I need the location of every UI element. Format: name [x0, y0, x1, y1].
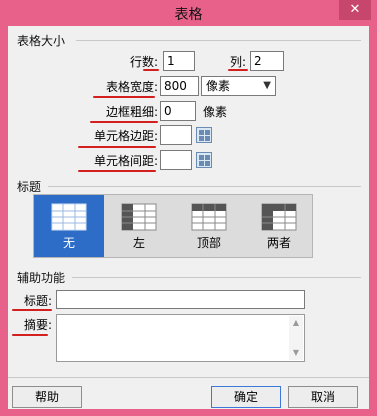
- help-button[interactable]: 帮助: [12, 386, 82, 408]
- table-both-header-icon: [261, 203, 297, 231]
- header-options-panel: 无 左 顶部 两者: [33, 194, 313, 258]
- table-left-header-icon: [121, 203, 157, 231]
- cell-spacing-label: 单元格间距:: [94, 154, 159, 168]
- summary-scrollbar[interactable]: ▲ ▼: [289, 316, 303, 360]
- width-label: 表格宽度:: [106, 80, 159, 94]
- cell-spacing-icon: [196, 152, 212, 168]
- header-option-label: 顶部: [196, 236, 221, 250]
- border-input[interactable]: 0: [160, 101, 196, 121]
- annotation-underline: [143, 69, 159, 71]
- cols-input[interactable]: 2: [250, 51, 284, 71]
- title-bar[interactable]: 表格 ✕: [0, 0, 377, 26]
- annotation-underline: [12, 309, 52, 311]
- accessibility-group-title: 辅助功能: [17, 271, 66, 285]
- width-input[interactable]: 800: [160, 76, 199, 96]
- header-option-top[interactable]: 顶部: [174, 195, 244, 257]
- ok-button[interactable]: 确定: [211, 386, 281, 408]
- header-option-label: 两者: [266, 236, 291, 250]
- header-option-label: 左: [132, 236, 145, 250]
- cell-padding-input[interactable]: [160, 125, 192, 145]
- divider: [76, 40, 361, 41]
- size-group-title: 表格大小: [17, 34, 66, 48]
- cancel-button[interactable]: 取消: [288, 386, 358, 408]
- summary-textarea[interactable]: ▲ ▼: [56, 314, 305, 362]
- divider: [72, 277, 361, 278]
- annotation-underline: [90, 121, 158, 123]
- border-unit-label: 像素: [203, 105, 228, 119]
- annotation-underline: [78, 170, 156, 172]
- annotation-underline: [93, 96, 155, 98]
- scroll-up-icon[interactable]: ▲: [289, 316, 303, 330]
- rows-label: 行数:: [130, 55, 159, 69]
- table-dialog: 表格 ✕ 表格大小 行数: 1 列: 2 表格宽度: 800 像素 ▼ 边框粗细…: [0, 0, 377, 416]
- dialog-title: 表格: [174, 7, 203, 23]
- annotation-underline: [12, 334, 48, 336]
- divider: [48, 186, 361, 187]
- caption-input[interactable]: [56, 290, 305, 309]
- cell-padding-label: 单元格边距:: [94, 129, 159, 143]
- caption-label: 标题:: [24, 294, 53, 308]
- chevron-down-icon: ▼: [263, 80, 271, 91]
- cell-padding-icon: [196, 127, 212, 143]
- header-option-both[interactable]: 两者: [244, 195, 314, 257]
- dialog-body: 表格大小 行数: 1 列: 2 表格宽度: 800 像素 ▼ 边框粗细: 0 像…: [8, 26, 369, 409]
- footer-divider: [8, 377, 369, 378]
- width-unit-select[interactable]: 像素 ▼: [201, 76, 276, 96]
- table-top-header-icon: [191, 203, 227, 231]
- close-icon: ✕: [349, 2, 361, 17]
- header-option-label: 无: [62, 236, 75, 250]
- scroll-down-icon[interactable]: ▼: [289, 346, 303, 360]
- table-none-icon: [51, 203, 87, 231]
- border-label: 边框粗细:: [106, 105, 159, 119]
- cols-label: 列:: [230, 55, 247, 69]
- header-option-left[interactable]: 左: [104, 195, 174, 257]
- header-option-none[interactable]: 无: [34, 195, 104, 257]
- width-unit-value: 像素: [206, 79, 231, 93]
- annotation-underline: [228, 69, 248, 71]
- close-button[interactable]: ✕: [339, 0, 371, 20]
- rows-input[interactable]: 1: [163, 51, 195, 71]
- header-group-title: 标题: [17, 180, 42, 194]
- summary-label: 摘要:: [24, 318, 53, 332]
- annotation-underline: [78, 146, 156, 148]
- cell-spacing-input[interactable]: [160, 150, 192, 170]
